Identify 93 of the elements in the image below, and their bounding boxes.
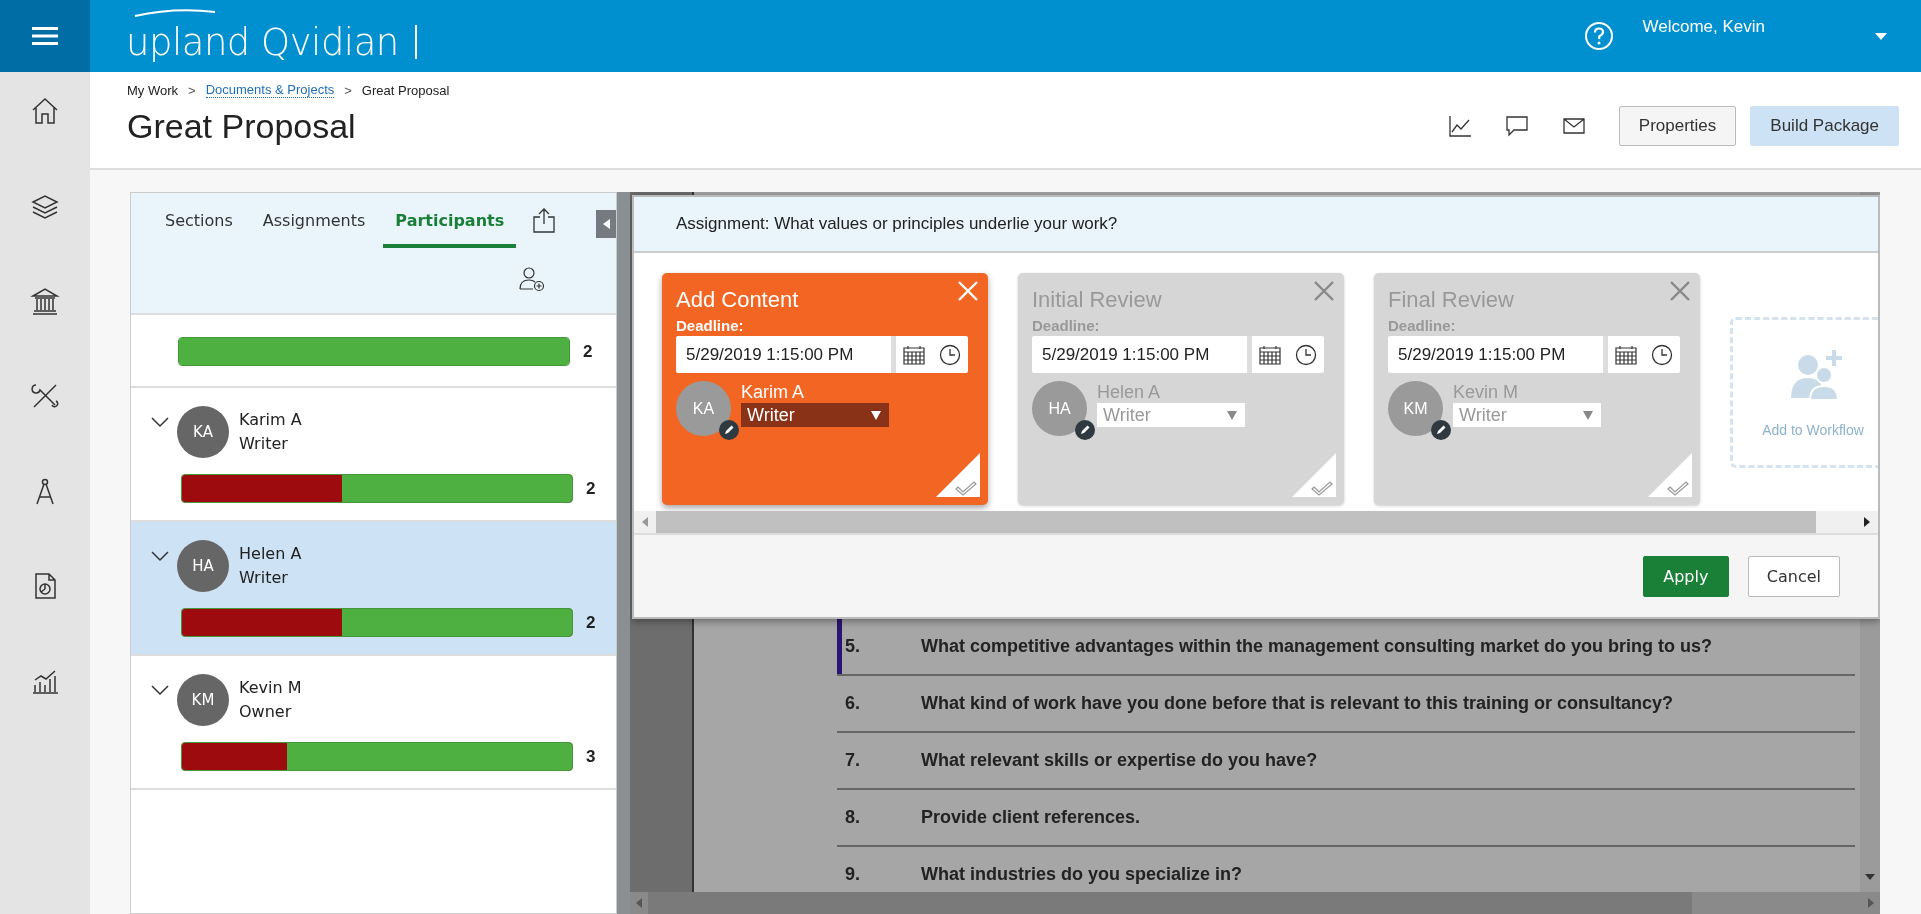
assignee-name: Helen A (1097, 381, 1162, 403)
bank-icon[interactable] (30, 286, 60, 316)
question-number: 5. (845, 636, 861, 657)
assignee-name: Kevin M (1453, 381, 1520, 403)
tab[interactable]: Assignments (250, 193, 378, 248)
participant-role: Writer (239, 567, 289, 589)
edit-icon[interactable] (719, 420, 739, 440)
tab[interactable]: Sections (153, 193, 245, 248)
properties-button[interactable]: Properties (1618, 106, 1737, 146)
build-package-button[interactable]: Build Package (1750, 106, 1899, 146)
question-text: Provide client references. (921, 807, 1141, 828)
deadline-label: Deadline: (676, 317, 745, 334)
assignee-name: Karim A (741, 381, 806, 403)
clock-icon[interactable] (939, 343, 961, 366)
help-icon[interactable] (1584, 21, 1615, 51)
breadcrumb-link[interactable]: Documents & Projects (205, 82, 335, 98)
participant-role: Writer (239, 433, 289, 455)
question-number: 7. (845, 750, 861, 771)
workflow-step-card[interactable]: Final Review Deadline: 5/29/2019 1:15:00 PM KM Kevin M Writer (1374, 273, 1700, 505)
avatar: HA (177, 540, 229, 592)
scroll-down-icon[interactable] (1865, 874, 1875, 880)
horizontal-scrollbar[interactable] (634, 511, 1878, 533)
user-menu[interactable]: Welcome, Kevin (1642, 17, 1765, 37)
participant-row[interactable]: KA Karim A Writer 2 (131, 388, 616, 522)
question-text: What competitive advantages within the management consulting market do you bring to us? (921, 636, 1713, 657)
assignment-count: 3 (586, 746, 596, 767)
workflow-step-card[interactable]: Initial Review Deadline: 5/29/2019 1:15:00 PM HA Helen A Writer (1018, 273, 1344, 505)
logo-divider (414, 25, 417, 59)
chevron-icon[interactable] (151, 550, 169, 562)
question-text: What industries do you specialize in? (921, 864, 1243, 885)
page-title: Great Proposal (127, 106, 356, 146)
dropdown-caret-icon (871, 410, 881, 420)
collapse-button[interactable] (596, 210, 616, 238)
dropdown-caret-icon (1227, 410, 1237, 420)
clock-icon[interactable] (1295, 343, 1317, 366)
question-number: 8. (845, 807, 861, 828)
complete-corner-icon[interactable] (936, 453, 980, 497)
question-text: What kind of work have you done before that is relevant to this training or consultancy? (921, 693, 1674, 714)
avatar: KA (676, 381, 731, 436)
splitter-handle[interactable] (617, 192, 630, 914)
calendar-icon[interactable] (1259, 344, 1281, 365)
breadcrumb-separator: > (188, 82, 196, 98)
participant-name: Helen A (239, 543, 302, 565)
avatar: KM (1388, 381, 1443, 436)
calendar-icon[interactable] (903, 344, 925, 365)
avatar: KM (177, 674, 229, 726)
collapse-arrow-icon (602, 219, 610, 229)
chevron-icon[interactable] (151, 684, 169, 696)
scroll-right-icon[interactable] (1864, 517, 1870, 527)
workflow-step-card[interactable]: Add Content Deadline: 5/29/2019 1:15:00 PM KA Karim A Writer (662, 273, 988, 505)
assignment-count: 2 (586, 612, 596, 633)
edit-icon[interactable] (1431, 420, 1451, 440)
apply-button[interactable]: Apply (1642, 555, 1729, 597)
cancel-button[interactable]: Cancel (1747, 555, 1840, 597)
export-icon[interactable] (532, 207, 557, 233)
logo: upland Qvidian (126, 20, 399, 64)
calendar-icon[interactable] (1615, 344, 1637, 365)
avatar: KA (177, 406, 229, 458)
dropdown-caret-icon (1583, 410, 1593, 420)
tab[interactable]: Participants (383, 193, 517, 248)
menu-icon (32, 26, 58, 46)
participant-row[interactable]: 2 (131, 315, 616, 388)
edit-icon[interactable] (1075, 420, 1095, 440)
participant-row[interactable]: HA Helen A Writer 2 (131, 522, 616, 656)
question-text: What relevant skills or expertise do you have? (921, 750, 1318, 771)
menu-button[interactable] (0, 0, 90, 72)
caret-icon[interactable] (1875, 32, 1887, 40)
step-title: Add Content (676, 287, 799, 313)
add-person-icon[interactable] (518, 265, 546, 293)
deadline-label: Deadline: (1388, 317, 1457, 334)
participant-role: Owner (239, 701, 293, 723)
home-icon[interactable] (30, 96, 60, 126)
deadline-label: Deadline: (1032, 317, 1101, 334)
breadcrumb-item: Great Proposal (361, 82, 450, 98)
question-number: 6. (845, 693, 861, 714)
avatar: HA (1032, 381, 1087, 436)
participant-row[interactable]: KM Kevin M Owner 3 (131, 656, 616, 790)
participant-name: Kevin M (239, 677, 302, 699)
breadcrumb-separator: > (344, 82, 352, 98)
participant-name: Karim A (239, 409, 302, 431)
comment-icon[interactable] (1504, 114, 1529, 138)
line-chart-icon[interactable] (1447, 114, 1472, 138)
step-title: Final Review (1388, 287, 1514, 313)
step-title: Initial Review (1032, 287, 1162, 313)
breadcrumb-item: My Work (127, 82, 179, 98)
role-dropdown[interactable]: Writer (741, 403, 889, 427)
assignment-title: Assignment: What values or principles underlie your work? (676, 214, 1118, 234)
assignment-count: 2 (583, 341, 593, 362)
chevron-icon[interactable] (151, 416, 169, 428)
assignment-count: 2 (586, 478, 596, 499)
question-number: 9. (845, 864, 861, 885)
logo-arc-icon (134, 8, 216, 17)
clock-icon[interactable] (1651, 343, 1673, 366)
